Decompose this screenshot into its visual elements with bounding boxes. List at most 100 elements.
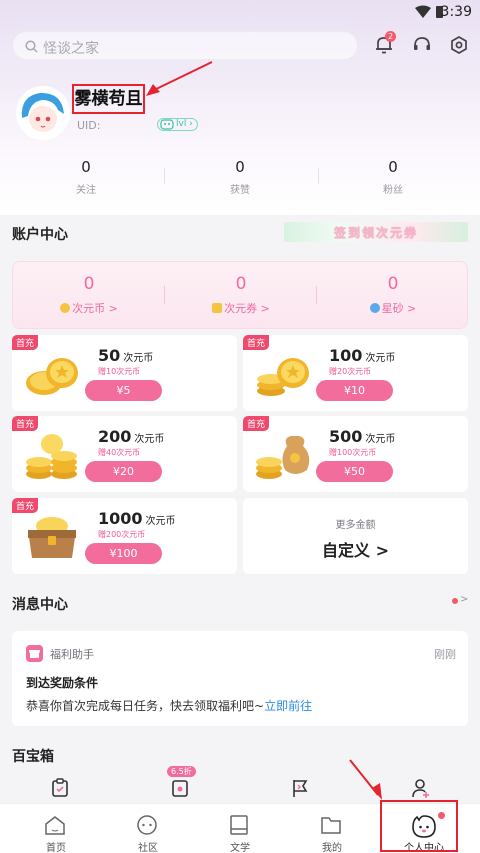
custom-amount-card[interactable]: 更多金额 自定义 > (243, 498, 468, 574)
customer-service-button[interactable] (412, 35, 432, 59)
account-center-title: 账户中心 (12, 227, 68, 243)
package-amount: 1000 (98, 509, 143, 528)
package-card[interactable]: 首充 200 次元币 赠40次元币 ¥20 (12, 416, 237, 492)
tab-mine[interactable]: 我的 (284, 804, 380, 853)
stat-following[interactable]: 0 关注 (6, 158, 166, 196)
discount-badge: 6.5折 (167, 766, 196, 777)
tab-label: 首页 (46, 843, 66, 853)
first-charge-tag: 首充 (12, 498, 39, 513)
package-bonus: 赠40次元币 (98, 448, 141, 457)
stat-value: 0 (235, 158, 245, 176)
headset-icon (414, 37, 430, 50)
buy-button[interactable]: ¥100 (85, 543, 162, 564)
level-chevron-icon: › (186, 119, 193, 129)
stardust-icon (369, 303, 380, 313)
buy-button[interactable]: ¥50 (316, 461, 393, 482)
message-time: 刚刚 (434, 648, 456, 661)
balance-value: 0 (387, 274, 399, 294)
package-card[interactable]: 首充 500 次元币 赠100次元币 ¥50 (243, 416, 468, 492)
stat-divider (164, 168, 165, 184)
package-unit: 次元币 (145, 516, 176, 527)
package-card[interactable]: 首充 1000 次元币 赠200次元币 ¥100 (12, 498, 237, 574)
stat-label: 获赞 (230, 185, 250, 196)
username[interactable]: 雾横苟且 (72, 84, 145, 114)
balance-vouchers[interactable]: 0 次元券 > (165, 274, 317, 316)
stat-value: 0 (388, 158, 398, 176)
message-center-title: 消息中心 (12, 597, 68, 613)
profile-stats: 0 关注 0 获赞 0 粉丝 (0, 158, 480, 198)
package-amount: 100 (329, 346, 363, 365)
account-balances: 0 次元币 > 0 次元券 > 0 星砂 > (12, 261, 468, 329)
stat-fans[interactable]: 0 粉丝 (313, 158, 473, 196)
balance-divider (164, 286, 165, 304)
message-card[interactable]: 福利助手 刚刚 到达奖励条件 恭喜你首次完成每日任务，快去领取福利吧~立即前往 (12, 631, 468, 726)
tab-label: 我的 (322, 843, 342, 853)
buy-button[interactable]: ¥10 (316, 380, 393, 401)
tab-literature[interactable]: 文学 (192, 804, 288, 853)
go-now-link[interactable]: 立即前往 (264, 699, 312, 713)
custom-amount-label: 自定义 > (322, 541, 389, 560)
tab-label: 社区 (138, 843, 158, 853)
coin-stack-icon (257, 358, 309, 396)
package-bonus: 赠100次元币 (329, 448, 377, 457)
tab-label: 文学 (230, 843, 250, 853)
coin-icon (60, 303, 71, 313)
treasure-chest-icon (28, 517, 76, 558)
community-icon (137, 815, 157, 835)
treasure-box-title: 百宝箱 (12, 749, 54, 765)
money-bag-icon (256, 436, 310, 479)
avatar-image (18, 88, 68, 138)
balance-value: 0 (83, 274, 95, 294)
notification-button[interactable]: 2 (374, 31, 396, 59)
uid-label: UID: (77, 119, 101, 132)
package-amount: 50 (98, 346, 121, 365)
level-face-icon (160, 119, 174, 130)
gift-icon (26, 645, 43, 662)
package-unit: 次元币 (123, 353, 154, 364)
coupon-icon[interactable] (171, 778, 189, 798)
voucher-icon (212, 303, 223, 313)
first-charge-tag: 首充 (243, 335, 270, 350)
search-icon (25, 40, 38, 53)
package-amount: 200 (98, 427, 132, 446)
book-icon (230, 815, 248, 835)
chevron-right-icon[interactable]: > (460, 594, 468, 605)
balance-label: 次元币 > (72, 302, 118, 315)
checkin-banner[interactable]: 签到领次元券 (284, 222, 468, 242)
add-friend-icon[interactable] (411, 778, 431, 798)
first-charge-tag: 首充 (243, 416, 270, 431)
search-placeholder: 怪谈之家 (43, 41, 99, 57)
home-icon (45, 816, 65, 835)
package-bonus: 赠10次元币 (98, 367, 141, 376)
balance-divider (316, 286, 317, 304)
balance-coins[interactable]: 0 次元币 > (13, 274, 165, 316)
tab-community[interactable]: 社区 (100, 804, 196, 853)
clipboard-icon[interactable] (51, 778, 69, 798)
avatar[interactable] (16, 86, 70, 140)
balance-value: 0 (235, 274, 247, 294)
status-bar: 3:39 (0, 0, 480, 26)
tab-home[interactable]: 首页 (8, 804, 104, 853)
package-bonus: 赠20次元币 (329, 367, 372, 376)
first-charge-tag: 首充 (12, 335, 39, 350)
search-bar[interactable]: 怪谈之家 (12, 31, 358, 60)
notification-count-badge: 2 (385, 31, 396, 42)
status-time: 3:39 (440, 4, 472, 20)
stat-value: 0 (81, 158, 91, 176)
coin-stacks-icon (26, 434, 77, 479)
coin-pile-icon (26, 358, 78, 395)
balance-stardust[interactable]: 0 星砂 > (317, 274, 469, 316)
package-card[interactable]: 首充 50 次元币 赠10次元币 ¥5 (12, 335, 237, 411)
level-badge: lvl › (157, 118, 198, 131)
stat-label: 关注 (76, 185, 96, 196)
buy-button[interactable]: ¥5 (85, 380, 162, 401)
stat-likes[interactable]: 0 获赞 (160, 158, 320, 196)
folder-icon (321, 817, 341, 834)
package-card[interactable]: 首充 100 次元币 赠20次元币 ¥10 (243, 335, 468, 411)
flag-icon[interactable] (291, 778, 309, 798)
settings-button[interactable] (449, 35, 469, 59)
unread-dot (452, 598, 458, 604)
buy-button[interactable]: ¥20 (85, 461, 162, 482)
custom-amount-sub: 更多金额 (335, 520, 376, 531)
message-body: 恭喜你首次完成每日任务，快去领取福利吧~ (26, 699, 265, 713)
